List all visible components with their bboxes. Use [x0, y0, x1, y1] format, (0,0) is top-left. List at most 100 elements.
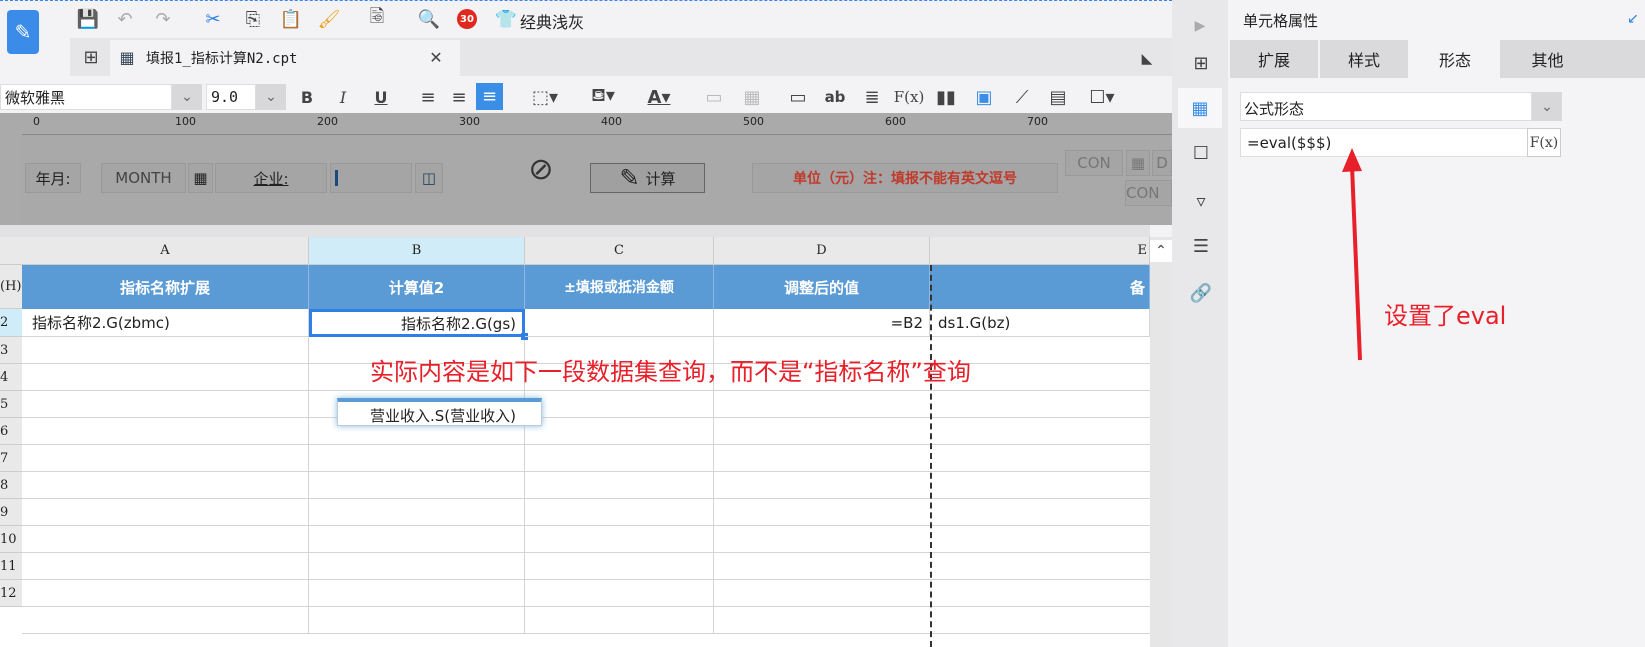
form-type-dropdown-icon[interactable]: ⌄: [1532, 92, 1562, 121]
rich-text-icon[interactable]: ≣: [860, 84, 884, 110]
company-field[interactable]: [330, 163, 412, 193]
row-header[interactable]: 8: [0, 472, 22, 499]
cell-a2[interactable]: 指标名称2.G(zbmc): [22, 309, 309, 337]
align-left-icon[interactable]: ≡: [416, 84, 440, 110]
save-icon[interactable]: 💾: [75, 6, 101, 32]
cell-c2[interactable]: [525, 309, 714, 337]
cell-e2[interactable]: ds1.G(bz): [932, 309, 1150, 337]
tab-form[interactable]: 形态: [1410, 40, 1500, 78]
document-tab[interactable]: 填报1_指标计算N2.cpt: [110, 40, 460, 76]
autocomplete-item[interactable]: 营业收入.S(营业收入): [370, 405, 516, 426]
paste-icon[interactable]: 📋: [278, 6, 304, 32]
sub-report-icon[interactable]: ▤: [1046, 84, 1070, 110]
report-file-icon: ▦: [119, 47, 135, 67]
align-right-icon[interactable]: ≡: [476, 83, 503, 110]
theme-label[interactable]: 经典浅灰: [520, 9, 584, 33]
slash-icon[interactable]: ⟋: [1010, 84, 1034, 110]
image-icon[interactable]: ▣: [972, 84, 996, 110]
row-header[interactable]: 11: [0, 553, 22, 580]
formula-editor-button[interactable]: F(x): [1527, 128, 1561, 157]
header-cell-c[interactable]: ±填报或抵消金额: [525, 265, 714, 309]
bold-icon[interactable]: B: [296, 84, 318, 110]
cell-attributes-icon[interactable]: ▦: [1178, 88, 1222, 128]
column-header-e[interactable]: E: [930, 237, 1150, 265]
form-type-select[interactable]: 公式形态: [1240, 92, 1532, 121]
row-header[interactable]: (H): [0, 265, 22, 309]
row-header[interactable]: 7: [0, 445, 22, 472]
calendar-icon[interactable]: ▦: [188, 163, 213, 193]
font-size-dropdown-icon[interactable]: ⌄: [256, 84, 286, 110]
column-header-d[interactable]: D: [714, 237, 930, 265]
font-color-icon[interactable]: A▾: [636, 84, 682, 110]
text-ab-icon[interactable]: ab: [822, 84, 848, 110]
hyperlink-icon[interactable]: 🔗: [1188, 280, 1214, 306]
text-search-icon[interactable]: 🗟: [364, 6, 390, 32]
panel-dock-icon[interactable]: ↙: [1624, 10, 1642, 28]
new-report-icon[interactable]: ⊞: [78, 44, 104, 70]
chart-icon[interactable]: ▮▮: [934, 84, 958, 110]
font-size-select[interactable]: 9.0: [206, 84, 256, 110]
cell-d2[interactable]: =B2: [714, 309, 930, 337]
widget-icon[interactable]: ▿: [1188, 188, 1214, 214]
company-dropdown-icon[interactable]: ◫: [415, 163, 443, 193]
notification-badge[interactable]: 30: [457, 9, 477, 29]
app-logo[interactable]: ✎: [7, 10, 39, 54]
tab-other[interactable]: 其他: [1500, 40, 1645, 78]
copy-icon[interactable]: ⎘: [240, 6, 266, 32]
column-header-b[interactable]: B: [309, 237, 525, 265]
cell-expand-icon[interactable]: ⊞: [1188, 50, 1214, 76]
tab-menu-icon[interactable]: ◣: [1136, 48, 1158, 70]
formula-icon[interactable]: F(x): [894, 84, 925, 110]
hide-eye-icon[interactable]: ⊘: [518, 146, 564, 192]
border-icon[interactable]: ⬚▾: [522, 84, 568, 110]
theme-shirt-icon[interactable]: 👕: [494, 6, 518, 32]
calculate-button[interactable]: ✎ 计算: [590, 163, 705, 193]
d-param[interactable]: D: [1152, 150, 1172, 176]
font-dropdown-icon[interactable]: ⌄: [172, 84, 202, 110]
row-header[interactable]: 5: [0, 391, 22, 418]
tab-expand[interactable]: 扩展: [1230, 40, 1318, 78]
corner-cell[interactable]: [0, 237, 22, 265]
header-cell-d[interactable]: 调整后的值: [714, 265, 930, 309]
fill-color-icon[interactable]: ⛾▾: [580, 84, 626, 110]
tab-style[interactable]: 样式: [1320, 40, 1408, 78]
font-select[interactable]: 微软雅黑: [0, 84, 172, 110]
column-header-a[interactable]: A: [22, 237, 309, 265]
row-header[interactable]: 3: [0, 337, 22, 364]
preview-icon[interactable]: 🔍: [416, 6, 442, 32]
row-header[interactable]: 6: [0, 418, 22, 445]
vertical-scrollbar[interactable]: [1150, 237, 1172, 647]
expand-arrow-icon[interactable]: ▶: [1188, 14, 1212, 38]
row-header[interactable]: 4: [0, 364, 22, 391]
calendar-icon-2[interactable]: ▦: [1126, 150, 1150, 176]
redo-icon[interactable]: ↷: [150, 6, 176, 32]
header-cell-a[interactable]: 指标名称扩展: [22, 265, 309, 309]
float-element-icon[interactable]: ☐▾: [1082, 84, 1122, 110]
float-element-icon[interactable]: ☐: [1188, 140, 1214, 166]
calculate-label: 计算: [645, 169, 676, 188]
underline-icon[interactable]: U: [370, 84, 392, 110]
column-header-c[interactable]: C: [525, 237, 714, 265]
italic-icon[interactable]: I: [332, 84, 354, 110]
merge-cells-icon[interactable]: ▭: [702, 84, 726, 110]
month-param-field[interactable]: MONTH: [101, 163, 186, 193]
con-param-2[interactable]: CON: [1125, 180, 1172, 206]
formula-input[interactable]: =eval($$$): [1240, 128, 1550, 157]
row-header[interactable]: 2: [0, 309, 22, 337]
row-header[interactable]: 12: [0, 580, 22, 607]
condition-attr-icon[interactable]: ☰: [1188, 233, 1214, 259]
split-cells-icon[interactable]: ▦: [740, 84, 764, 110]
cell-b2[interactable]: 指标名称2.G(gs): [309, 309, 525, 337]
row-header[interactable]: 10: [0, 526, 22, 553]
header-cell-e[interactable]: 备: [930, 265, 1150, 309]
row-header[interactable]: 9: [0, 499, 22, 526]
undo-icon[interactable]: ↶: [112, 6, 138, 32]
text-field-icon[interactable]: ▭: [786, 84, 810, 110]
header-cell-b[interactable]: 计算值2: [309, 265, 525, 309]
scroll-up-icon[interactable]: ⌃: [1150, 240, 1172, 262]
cut-icon[interactable]: ✂: [200, 6, 226, 32]
format-painter-icon[interactable]: 🖌: [316, 6, 342, 32]
con-param-1[interactable]: CON: [1065, 150, 1123, 176]
align-center-icon[interactable]: ≡: [447, 84, 471, 110]
close-tab-icon[interactable]: ✕: [426, 46, 446, 68]
